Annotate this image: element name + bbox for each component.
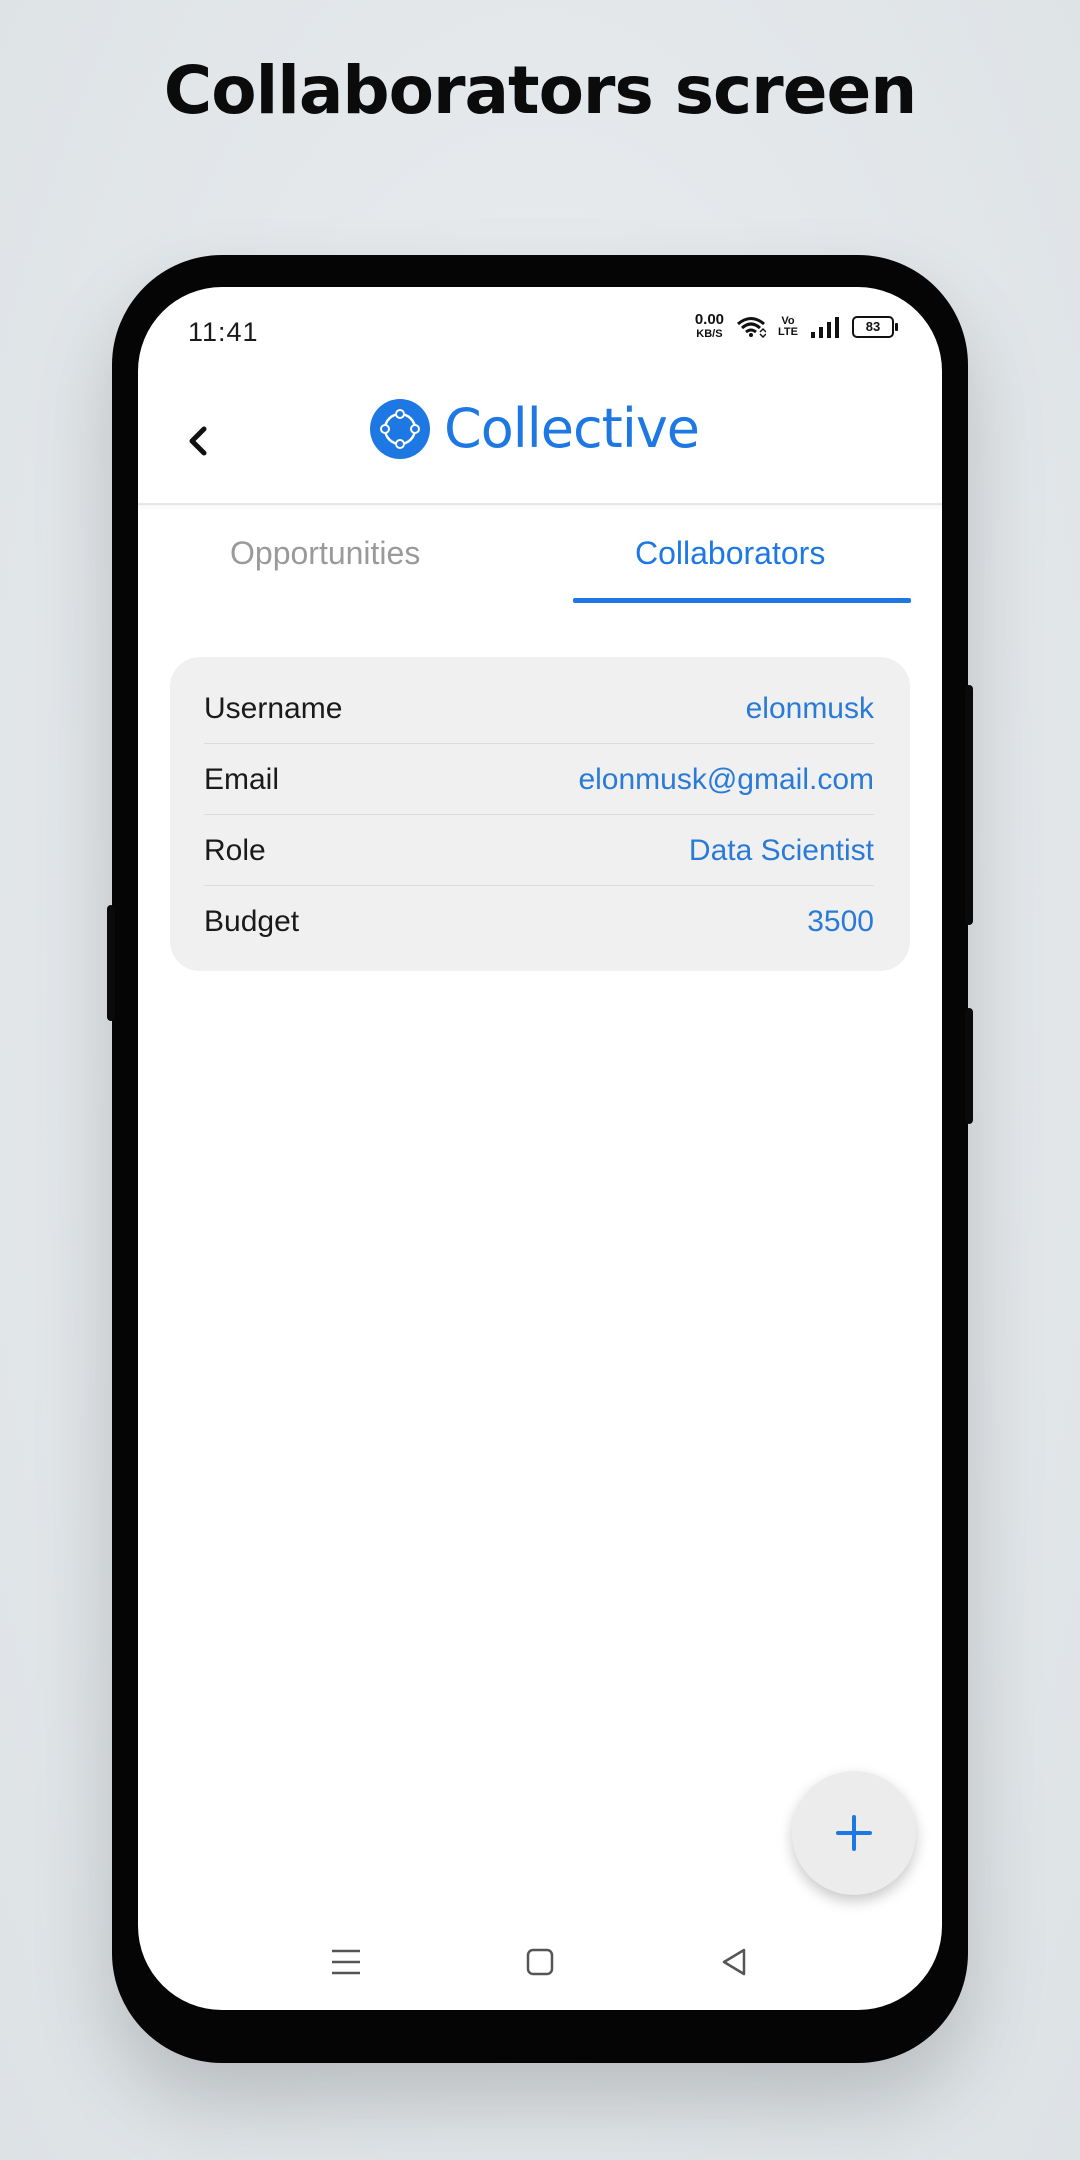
collective-logo-icon [370,398,430,459]
nav-menu-button[interactable] [321,1937,371,1987]
status-icons: 0.00 KB/S Vo LTE 83 [694,311,898,341]
tab-bar: Opportunities Collaborators [138,505,942,609]
plus-icon [836,1815,872,1851]
row-value: Data Scientist [688,833,874,867]
phone-side-button-left [107,905,115,1021]
phone-side-button-right-top [965,685,973,925]
row-email: Email elonmusk@gmail.com [204,744,874,815]
brand: Collective [370,397,700,460]
collaborator-card[interactable]: Username elonmusk Email elonmusk@gmail.c… [170,657,910,971]
status-time: 11:41 [188,317,259,347]
network-speed-unit: KB/S [696,328,723,340]
row-value: elonmusk@gmail.com [578,762,874,796]
active-tab-indicator [573,598,911,603]
row-value: elonmusk [745,691,874,725]
tab-collaborators[interactable]: Collaborators [635,535,825,572]
row-label: Budget [204,904,300,938]
status-bar: 11:41 0.00 KB/S Vo LTE 83 [138,287,942,379]
tab-opportunities[interactable]: Opportunities [230,535,420,572]
app-bar: Collective [138,379,942,505]
row-role: Role Data Scientist [204,815,874,886]
menu-icon [332,1949,360,1975]
phone-side-button-right-bottom [965,1008,973,1124]
row-value: 3500 [807,904,874,938]
back-triangle-icon [722,1948,746,1976]
nav-home-button[interactable] [515,1937,565,1987]
phone-screen: 11:41 0.00 KB/S Vo LTE 83 Collective Opp… [138,287,942,2010]
row-username: Username elonmusk [204,673,874,744]
row-budget: Budget 3500 [204,886,874,957]
volte-bottom: LTE [778,326,798,338]
row-label: Email [204,762,280,796]
home-square-icon [526,1948,554,1976]
wifi-icon [737,317,767,338]
page-heading: Collaborators screen [163,52,917,129]
nav-back-button[interactable] [709,1937,759,1987]
network-speed-value: 0.00 [694,311,725,328]
network-speed: 0.00 KB/S [694,311,725,341]
battery-icon: 83 [852,316,898,338]
volte-icon: Vo LTE [778,316,798,338]
chevron-left-icon[interactable] [178,419,218,463]
system-nav-bar [138,1927,942,2007]
signal-icon [811,317,839,338]
row-label: Role [204,833,266,867]
add-collaborator-button[interactable] [792,1771,916,1895]
brand-name: Collective [444,397,700,460]
row-label: Username [204,691,343,725]
